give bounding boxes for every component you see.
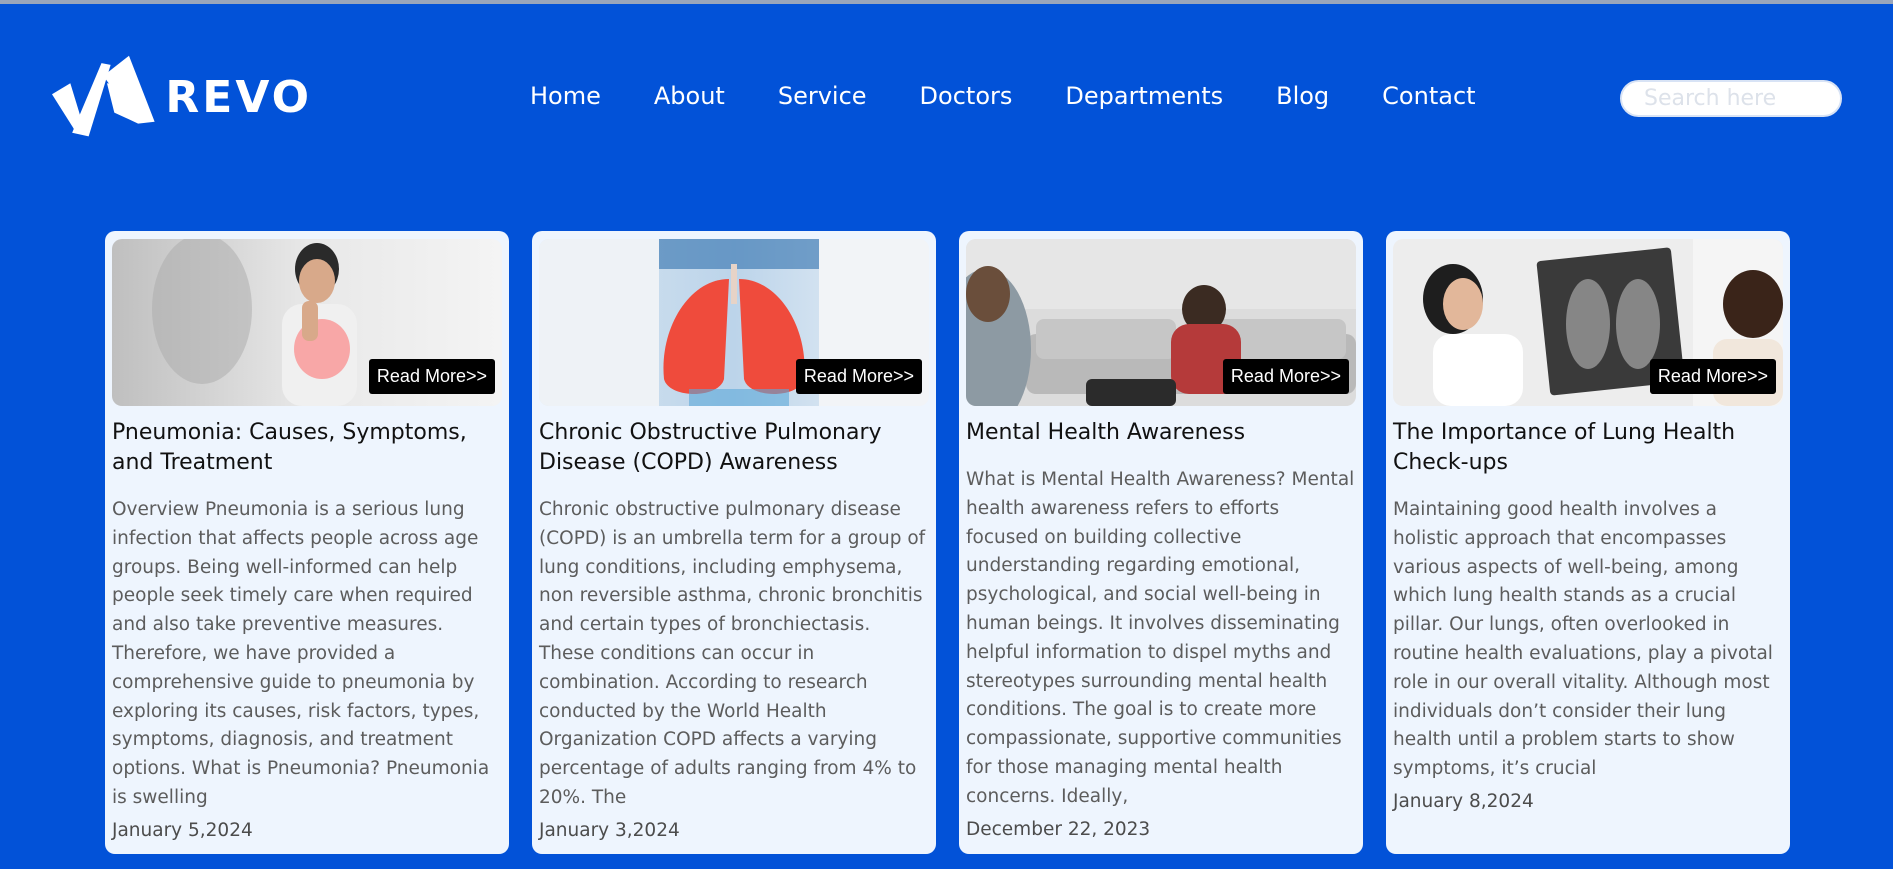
blog-cards: Read More>> Pneumonia: Causes, Symptoms,… bbox=[105, 231, 1790, 854]
post-thumbnail[interactable]: Read More>> bbox=[966, 239, 1356, 406]
post-title[interactable]: Pneumonia: Causes, Symptoms, and Treatme… bbox=[112, 418, 502, 478]
post-title[interactable]: Mental Health Awareness bbox=[966, 418, 1356, 448]
post-date: December 22, 2023 bbox=[966, 818, 1151, 840]
brand-logo[interactable]: REVO bbox=[52, 52, 312, 142]
blog-card: Read More>> Mental Health Awareness What… bbox=[959, 231, 1363, 854]
nav-about[interactable]: About bbox=[654, 82, 725, 110]
post-date: January 8,2024 bbox=[1393, 790, 1534, 812]
post-excerpt: What is Mental Health Awareness? Mental … bbox=[966, 469, 1355, 807]
post-thumbnail[interactable]: Read More>> bbox=[539, 239, 929, 406]
post-excerpt: Chronic obstructive pulmonary disease (C… bbox=[539, 499, 926, 808]
nav-contact[interactable]: Contact bbox=[1382, 82, 1475, 110]
nav-home[interactable]: Home bbox=[530, 82, 601, 110]
post-date: January 5,2024 bbox=[112, 819, 253, 841]
blog-card: Read More>> Chronic Obstructive Pulmonar… bbox=[532, 231, 936, 854]
post-date: January 3,2024 bbox=[539, 819, 680, 841]
post-thumbnail[interactable]: Read More>> bbox=[112, 239, 502, 406]
read-more-button[interactable]: Read More>> bbox=[1649, 359, 1776, 394]
post-thumbnail[interactable]: Read More>> bbox=[1393, 239, 1783, 406]
nav-blog[interactable]: Blog bbox=[1276, 82, 1329, 110]
nav-service[interactable]: Service bbox=[778, 82, 867, 110]
main-nav: Home About Service Doctors Departments B… bbox=[530, 82, 1476, 110]
read-more-button[interactable]: Read More>> bbox=[795, 359, 922, 394]
search-input[interactable] bbox=[1620, 80, 1842, 117]
brand-name: REVO bbox=[165, 71, 312, 123]
read-more-button[interactable]: Read More>> bbox=[1222, 359, 1349, 394]
blog-card: Read More>> The Importance of Lung Healt… bbox=[1386, 231, 1790, 854]
post-excerpt: Maintaining good health involves a holis… bbox=[1393, 499, 1773, 780]
post-title[interactable]: The Importance of Lung Health Check-ups bbox=[1393, 418, 1783, 478]
nav-departments[interactable]: Departments bbox=[1065, 82, 1223, 110]
post-excerpt: Overview Pneumonia is a serious lung inf… bbox=[112, 499, 490, 808]
read-more-button[interactable]: Read More>> bbox=[368, 359, 495, 394]
revo-logo-icon bbox=[52, 55, 155, 137]
post-title[interactable]: Chronic Obstructive Pulmonary Disease (C… bbox=[539, 418, 929, 478]
blog-card: Read More>> Pneumonia: Causes, Symptoms,… bbox=[105, 231, 509, 854]
nav-doctors[interactable]: Doctors bbox=[920, 82, 1013, 110]
site-header: REVO Home About Service Doctors Departme… bbox=[0, 4, 1893, 189]
